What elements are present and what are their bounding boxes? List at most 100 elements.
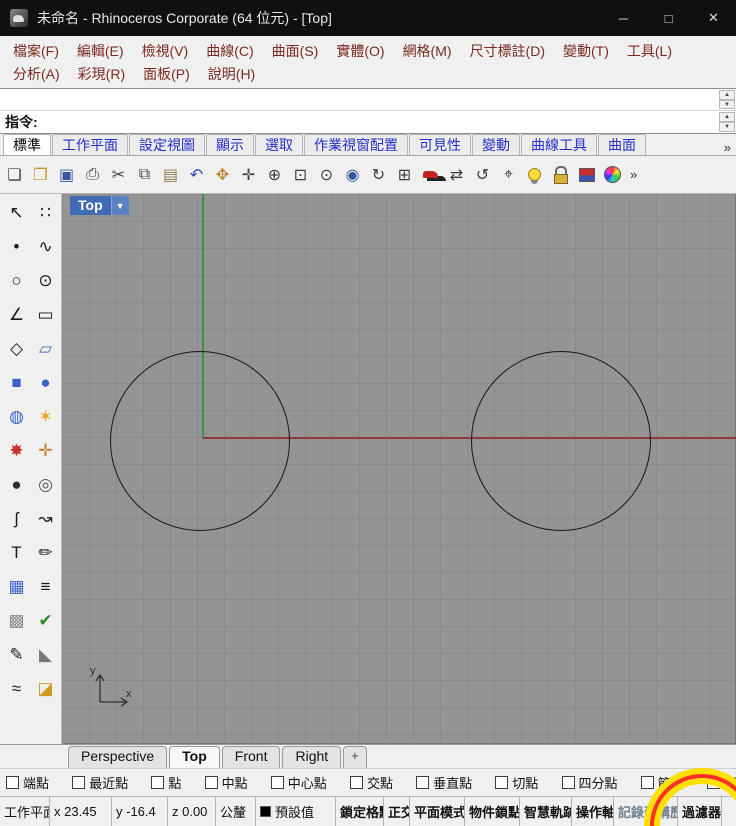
move-view-icon[interactable]: ✛ bbox=[236, 162, 261, 188]
menu-transform[interactable]: 變動(T) bbox=[554, 39, 618, 62]
command-input-row[interactable]: 指令: ▲ ▼ bbox=[0, 111, 736, 133]
vptab-perspective[interactable]: Perspective bbox=[68, 746, 168, 768]
paste-icon[interactable]: ▤ bbox=[158, 162, 183, 188]
menu-analyze[interactable]: 分析(A) bbox=[4, 62, 69, 85]
zoom-extents-icon[interactable]: ◉ bbox=[340, 162, 365, 188]
toggle-ortho[interactable]: 正交 bbox=[384, 797, 410, 826]
toggle-smarttrack[interactable]: 智慧軌跡 bbox=[520, 797, 572, 826]
scroll-up-icon[interactable]: ▲ bbox=[719, 112, 735, 122]
toggle-planar[interactable]: 平面模式 bbox=[410, 797, 465, 826]
osnap-int[interactable]: 交點 bbox=[349, 773, 393, 792]
menu-solid[interactable]: 實體(O) bbox=[327, 39, 393, 62]
save-icon[interactable]: ▣ bbox=[54, 162, 79, 188]
tab-viewport-layout[interactable]: 作業視窗配置 bbox=[304, 134, 408, 155]
layer-book-icon[interactable] bbox=[574, 162, 599, 188]
toggle-filter[interactable]: 過濾器 bbox=[678, 797, 722, 826]
copy-icon[interactable]: ⧉ bbox=[132, 162, 157, 188]
cut-icon[interactable]: ✂ bbox=[106, 162, 131, 188]
tab-set-view[interactable]: 設定視圖 bbox=[129, 134, 205, 155]
undo-view-icon[interactable]: ↺ bbox=[470, 162, 495, 188]
select-tool-icon[interactable]: ↖ bbox=[2, 196, 31, 230]
menu-curve[interactable]: 曲線(C) bbox=[197, 39, 262, 62]
scroll-down-icon[interactable]: ▼ bbox=[719, 122, 735, 132]
menu-tools[interactable]: 工具(L) bbox=[618, 39, 681, 62]
paint-tool-icon[interactable]: ◪ bbox=[31, 672, 60, 706]
tab-curve-tools[interactable]: 曲線工具 bbox=[521, 134, 597, 155]
undo-icon[interactable]: ↶ bbox=[184, 162, 209, 188]
color-wheel-icon[interactable] bbox=[600, 162, 625, 188]
osnap-checkbox[interactable] bbox=[151, 776, 165, 789]
mesh-tool-icon[interactable]: ◣ bbox=[31, 638, 60, 672]
lock-icon[interactable] bbox=[548, 162, 573, 188]
vptab-front[interactable]: Front bbox=[221, 746, 281, 768]
osnap-checkbox[interactable] bbox=[204, 776, 218, 789]
vptab-add[interactable]: + bbox=[343, 746, 367, 768]
menu-file[interactable]: 檔案(F) bbox=[4, 39, 68, 62]
osnap-checkbox[interactable] bbox=[416, 776, 430, 789]
zoom-window-icon[interactable]: ⊡ bbox=[288, 162, 313, 188]
tab-overflow-chevron-icon[interactable]: » bbox=[719, 140, 736, 155]
osnap-quad[interactable]: 四分點 bbox=[561, 773, 618, 792]
osnap-point[interactable]: 點 bbox=[151, 773, 181, 792]
tab-select[interactable]: 選取 bbox=[255, 134, 303, 155]
toggle-grid-snap[interactable]: 鎖定格點 bbox=[336, 797, 384, 826]
menu-edit[interactable]: 編輯(E) bbox=[68, 39, 133, 62]
pan-view-icon[interactable]: ⇄ bbox=[444, 162, 469, 188]
menu-render[interactable]: 彩現(R) bbox=[69, 62, 134, 85]
osnap-knot[interactable]: 節點 bbox=[640, 773, 684, 792]
polyline-tool-icon[interactable]: ∠ bbox=[2, 298, 31, 332]
new-file-icon[interactable]: ❏ bbox=[2, 162, 27, 188]
osnap-near[interactable]: 最近點 bbox=[72, 773, 128, 792]
toggle-osnap[interactable]: 物件鎖點 bbox=[465, 797, 520, 826]
tab-standard[interactable]: 標準 bbox=[3, 134, 51, 155]
viewport-title[interactable]: Top ▼ bbox=[70, 196, 129, 215]
tab-visibility[interactable]: 可見性 bbox=[409, 134, 471, 155]
viewport-canvas[interactable]: Top ▼ y x bbox=[62, 194, 736, 744]
pan-hand-icon[interactable]: ✥ bbox=[210, 162, 235, 188]
toggle-history[interactable]: 記錄建構歷史 bbox=[614, 797, 678, 826]
tab-transform[interactable]: 變動 bbox=[472, 134, 520, 155]
osnap-checkbox[interactable] bbox=[706, 776, 720, 789]
zoom-selected-icon[interactable]: ⊙ bbox=[314, 162, 339, 188]
open-file-icon[interactable]: ❐ bbox=[28, 162, 53, 188]
osnap-end[interactable]: 端點 bbox=[6, 773, 49, 792]
shade-tool-icon[interactable]: ● bbox=[2, 468, 31, 502]
dimension-tool-icon[interactable]: ✏ bbox=[31, 536, 60, 570]
ellipse-tool-icon[interactable]: ⊙ bbox=[31, 264, 60, 298]
surface-tool-icon[interactable]: ▱ bbox=[31, 332, 60, 366]
circle-object[interactable] bbox=[110, 351, 290, 531]
status-z[interactable]: z 0.00 bbox=[168, 797, 216, 826]
layers-panel-icon[interactable]: ≡ bbox=[31, 570, 60, 604]
array-tool-icon[interactable]: ▦ bbox=[2, 570, 31, 604]
tab-surface-tools[interactable]: 曲面 bbox=[598, 134, 646, 155]
osnap-checkbox[interactable] bbox=[349, 776, 363, 789]
osnap-vertex[interactable]: 頂點 bbox=[706, 773, 736, 792]
vptab-right[interactable]: Right bbox=[282, 746, 342, 768]
points-on-icon[interactable]: ∷ bbox=[31, 196, 60, 230]
grid-snap-icon[interactable]: ▩ bbox=[2, 604, 31, 638]
scroll-down-icon[interactable]: ▼ bbox=[719, 99, 735, 109]
menu-surface[interactable]: 曲面(S) bbox=[263, 39, 328, 62]
circle-object[interactable] bbox=[471, 351, 651, 531]
toggle-gumball[interactable]: 操作軸 bbox=[572, 797, 614, 826]
scroll-up-icon[interactable]: ▲ bbox=[719, 90, 735, 100]
curve-arrow-icon[interactable]: ↝ bbox=[31, 502, 60, 536]
point-tool-icon[interactable]: • bbox=[2, 230, 31, 264]
zoom-target-icon[interactable]: ⌖ bbox=[496, 162, 521, 188]
osnap-center[interactable]: 中心點 bbox=[270, 773, 327, 792]
close-button[interactable]: ✕ bbox=[691, 0, 736, 36]
maximize-button[interactable]: □ bbox=[646, 0, 691, 36]
osnap-checkbox[interactable] bbox=[72, 776, 86, 789]
vptab-top[interactable]: Top bbox=[169, 746, 220, 768]
menu-dimension[interactable]: 尺寸標註(D) bbox=[461, 39, 554, 62]
check-tool-icon[interactable]: ✔ bbox=[31, 604, 60, 638]
curve-edit-icon[interactable]: ʃ bbox=[2, 502, 31, 536]
rotate-view-icon[interactable]: ↻ bbox=[366, 162, 391, 188]
command-history[interactable]: ▲ ▼ bbox=[0, 89, 736, 111]
viewport-title-dropdown-icon[interactable]: ▼ bbox=[110, 196, 129, 215]
osnap-perp[interactable]: 垂直點 bbox=[416, 773, 472, 792]
polygon-tool-icon[interactable]: ◇ bbox=[2, 332, 31, 366]
tab-cplanes[interactable]: 工作平面 bbox=[52, 134, 128, 155]
osnap-checkbox[interactable] bbox=[495, 776, 509, 789]
menu-help[interactable]: 說明(H) bbox=[199, 62, 264, 85]
